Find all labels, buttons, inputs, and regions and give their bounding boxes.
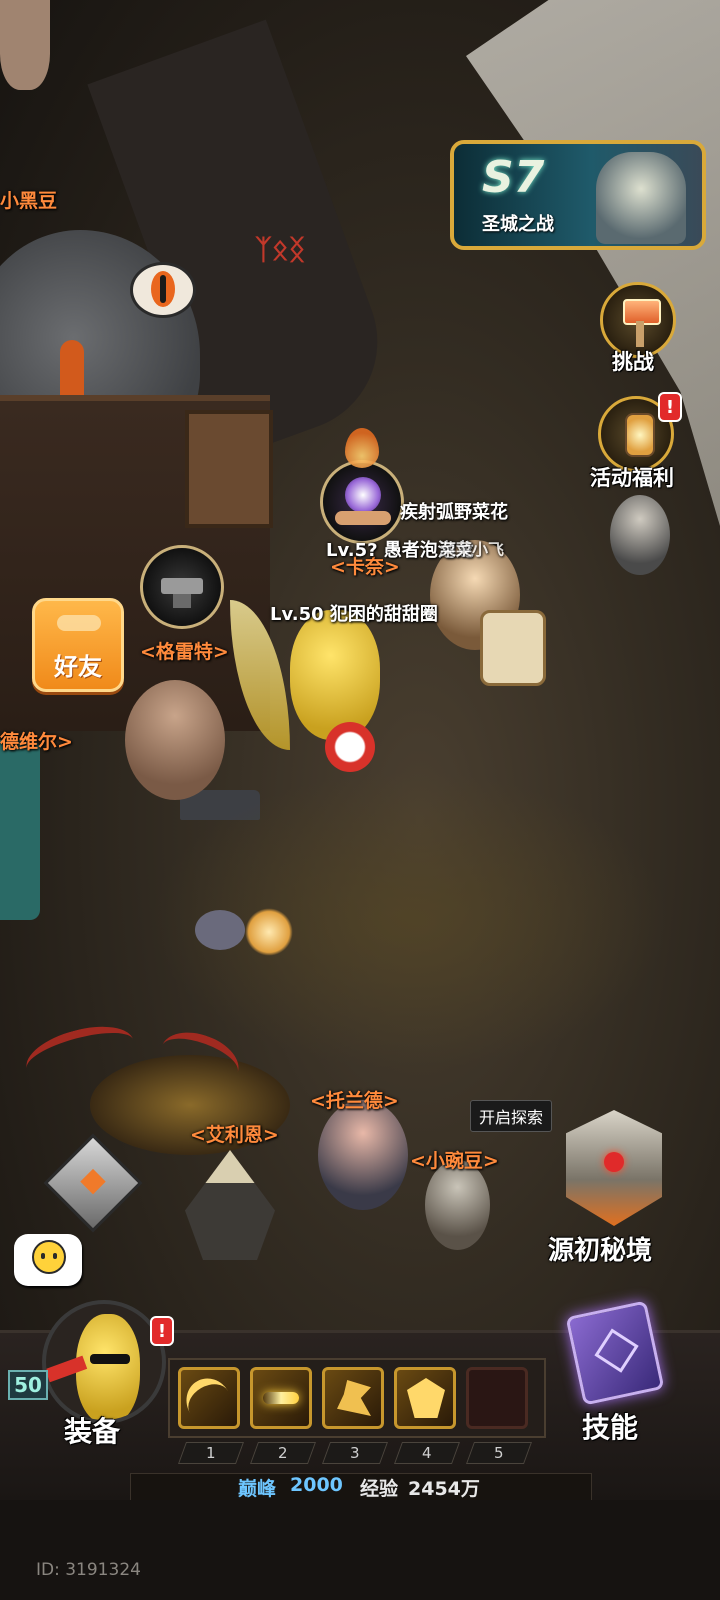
cow-blacksmith[interactable] [125, 680, 225, 800]
equip-alert-badge: ! [150, 1316, 174, 1346]
shield-knight[interactable] [480, 610, 546, 686]
shop-window [185, 410, 273, 528]
event-welfare-button[interactable]: ! 活动福利 [590, 392, 690, 492]
slot-number-2: 2 [249, 1442, 317, 1464]
npc-name-tuolande[interactable]: <托兰德> [310, 1086, 399, 1113]
event-alert-badge: ! [658, 392, 682, 422]
exp-value: 2454万 [408, 1478, 480, 1500]
peak-label: 巅峰 [238, 1478, 277, 1500]
equip-label: 装备 [64, 1415, 121, 1448]
friends-label: 好友 [54, 653, 102, 681]
level-badge: 50 [8, 1370, 48, 1400]
demon-rune-icon [407, 1378, 445, 1418]
wizard-sheep[interactable] [185, 1150, 275, 1260]
spellbook-icon [565, 1300, 665, 1406]
anvil-shop-orb-icon[interactable] [140, 545, 224, 629]
burst-icon [263, 1392, 299, 1404]
equip-button[interactable]: ! 50 装备 [8, 1270, 174, 1450]
npc-name-deweier[interactable]: 德维尔> [0, 727, 73, 754]
pig-scholar[interactable] [318, 1100, 408, 1210]
slot-number-5: 5 [465, 1442, 533, 1464]
cloud-icon [57, 615, 101, 631]
origin-realm-button[interactable]: 源初秘境 [548, 1100, 682, 1266]
slot-number-1: 1 [177, 1442, 245, 1464]
teal-golem [0, 740, 40, 920]
equip-portrait [42, 1300, 166, 1424]
skills-button[interactable]: 技能 [556, 1300, 676, 1450]
season-banner[interactable]: S7 圣城之战 [450, 140, 706, 250]
peak-value: 2000 [290, 1474, 343, 1496]
skill-slot-4[interactable] [394, 1367, 456, 1429]
slot-number-3: 3 [321, 1442, 389, 1464]
wolf-pet[interactable] [195, 910, 245, 950]
footer-strip [0, 1500, 720, 1600]
player-banana-character[interactable] [290, 610, 380, 740]
friends-button[interactable]: 好友 [32, 598, 124, 692]
npc-name-geleite[interactable]: <格雷特> [140, 637, 229, 664]
challenge-label: 挑战 [612, 350, 654, 374]
player-name-self[interactable]: Lv.50 犯困的甜甜圈 [270, 600, 438, 626]
player-name-other3[interactable]: 菜菜小飞 [440, 536, 504, 560]
diamond-marker-icon[interactable] [43, 1133, 143, 1233]
player-name-other2[interactable]: 疾射弧野菜花 [400, 498, 508, 524]
sheep-villager[interactable] [425, 1160, 490, 1250]
user-id: ID: 3191324 [36, 1560, 141, 1580]
npc-name-xiaowandou[interactable]: <小豌豆> [410, 1146, 499, 1173]
banner-runes: ᛉᛟᛝ [255, 233, 306, 266]
season-code: S7 [482, 152, 545, 203]
skill-slot-3[interactable] [322, 1367, 384, 1429]
cow-villager-top[interactable] [0, 0, 50, 90]
npc-name-ailien[interactable]: <艾利恩> [190, 1120, 279, 1147]
demon-eye-icon [604, 1152, 624, 1172]
sheep-guard[interactable] [610, 495, 670, 575]
npc-name-xiaoheidou[interactable]: 小黑豆 [0, 186, 57, 213]
flame-icon [345, 428, 379, 468]
challenge-button[interactable]: 挑战 [598, 282, 678, 376]
skill-slot-5[interactable] [466, 1367, 528, 1429]
event-welfare-label: 活动福利 [590, 466, 674, 490]
slash-icon [181, 1370, 237, 1426]
skills-label: 技能 [582, 1411, 639, 1444]
dragon-icon [337, 1380, 371, 1416]
clown-pet[interactable] [325, 722, 375, 772]
cat-face-icon [32, 1240, 66, 1274]
exp-label: 经验 [360, 1478, 399, 1500]
dragon-eye [130, 262, 196, 318]
skill-slot-2[interactable] [250, 1367, 312, 1429]
magic-orb-icon[interactable] [320, 460, 404, 544]
season-hero-portrait [596, 152, 686, 244]
explore-tooltip: 开启探索 [470, 1100, 553, 1132]
skill-slot-1[interactable] [178, 1367, 240, 1429]
origin-realm-label: 源初秘境 [548, 1236, 653, 1266]
season-name: 圣城之战 [482, 214, 554, 235]
slot-number-4: 4 [393, 1442, 461, 1464]
glowing-orb[interactable] [245, 908, 293, 956]
